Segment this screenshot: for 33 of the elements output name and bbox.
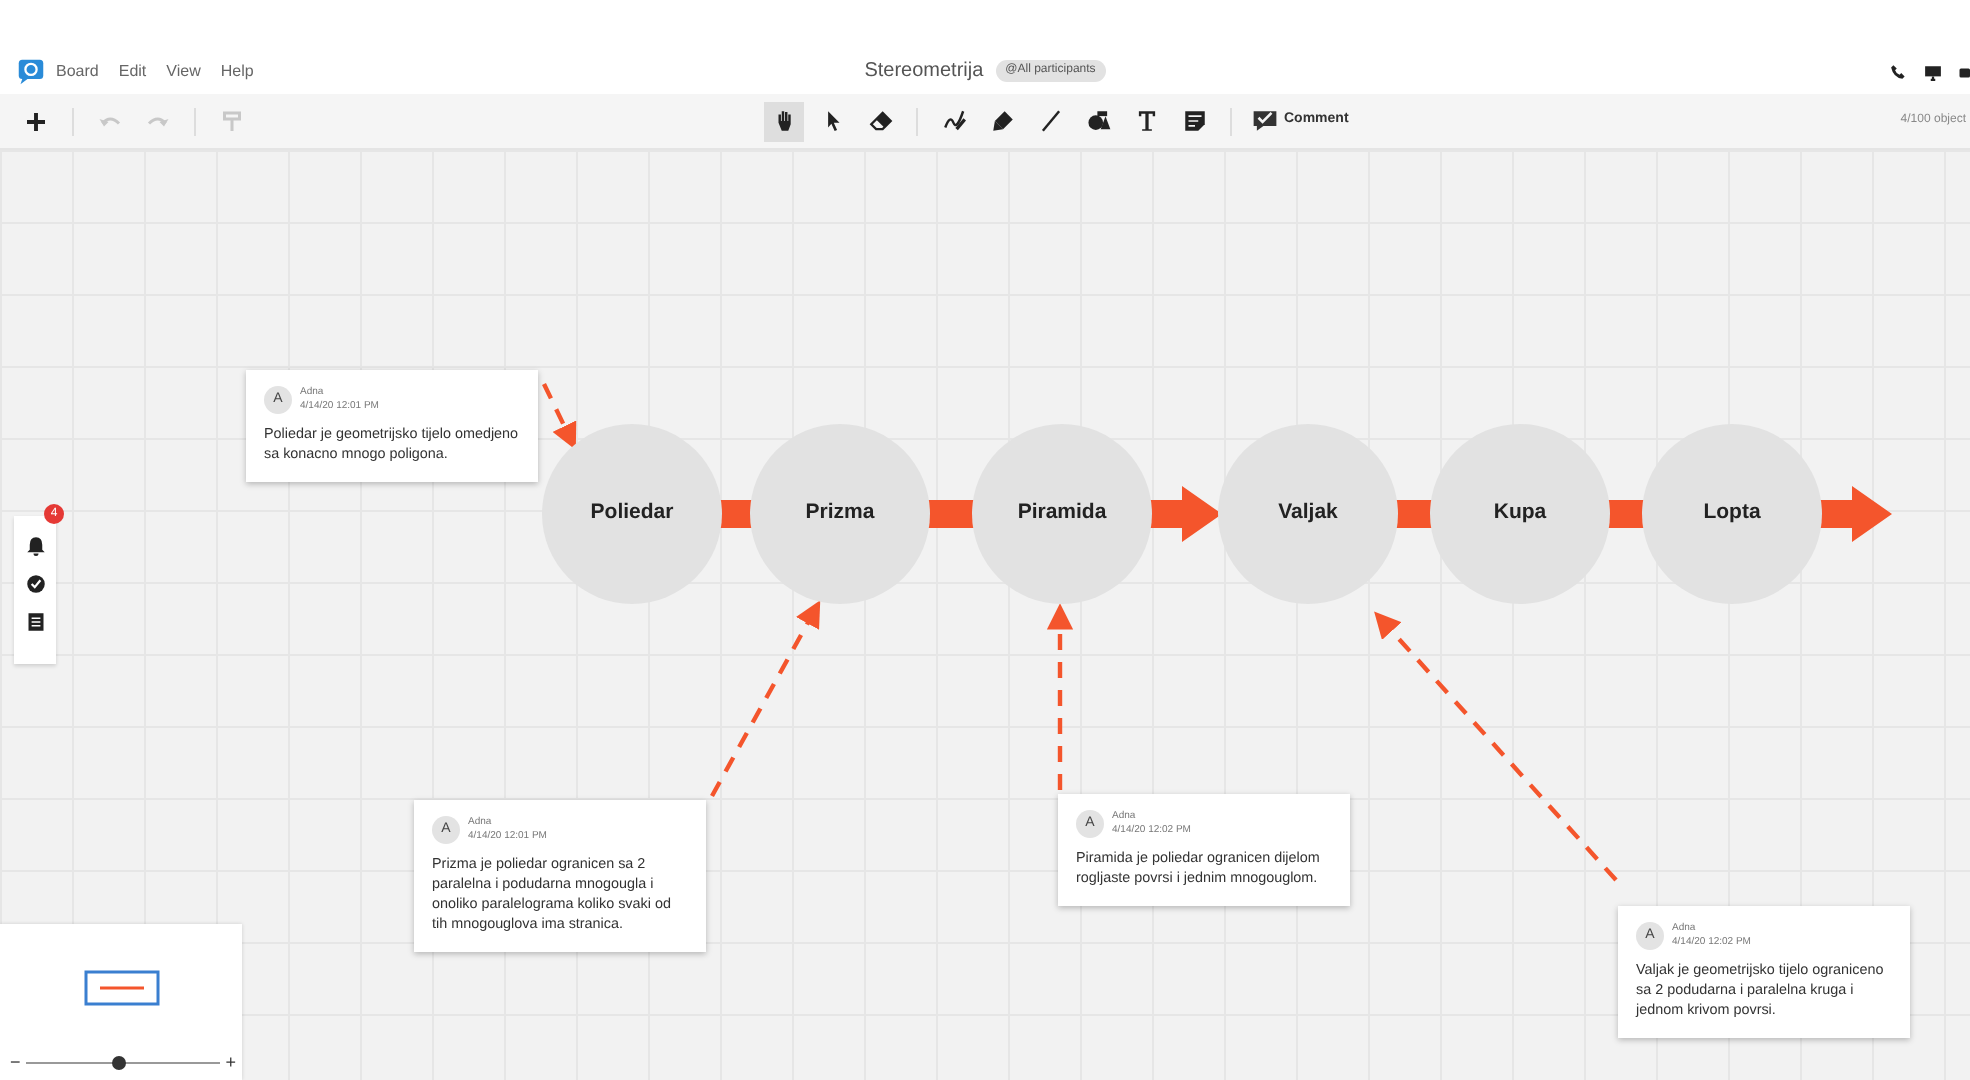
phone-icon[interactable] [1890,63,1908,81]
eraser-icon [867,108,893,134]
check-circle-icon[interactable] [25,574,45,594]
dashed-arrow [542,383,577,450]
sticky-note-icon [1181,108,1207,134]
paint-roller-icon [220,109,244,133]
pen-icon [941,108,967,134]
add-icon [24,109,48,133]
board-title: Stereometrija [864,58,984,86]
flow-node: Lopta [1642,424,1822,604]
text-tool-icon [1133,108,1159,134]
zoom-in-button[interactable]: + [225,1049,236,1076]
app-logo-icon[interactable] [16,58,46,86]
flow-node: Prizma [750,424,930,604]
menu-item[interactable]: Board [46,60,109,84]
list-icon[interactable] [25,612,45,632]
tool-button[interactable] [764,101,804,141]
minimap-viewport[interactable] [84,970,160,1006]
flow-node: Piramida [972,424,1152,604]
zoom-out-button[interactable]: − [10,1049,21,1076]
marker-icon [989,108,1015,134]
monitor-icon[interactable] [1924,63,1942,81]
shapes-icon [1085,108,1111,134]
slider-thumb[interactable] [111,1055,126,1070]
flow-node: Valjak [1218,424,1398,604]
menu-item[interactable]: Help [210,60,264,84]
flow-node: Kupa [1430,424,1610,604]
menu-item[interactable]: View [156,60,211,84]
line-icon [1037,108,1063,134]
menu-item[interactable]: Edit [108,60,157,84]
flow-node: Poliedar [542,424,722,604]
comment-icon [1252,108,1278,134]
bell-icon[interactable] [25,536,45,556]
